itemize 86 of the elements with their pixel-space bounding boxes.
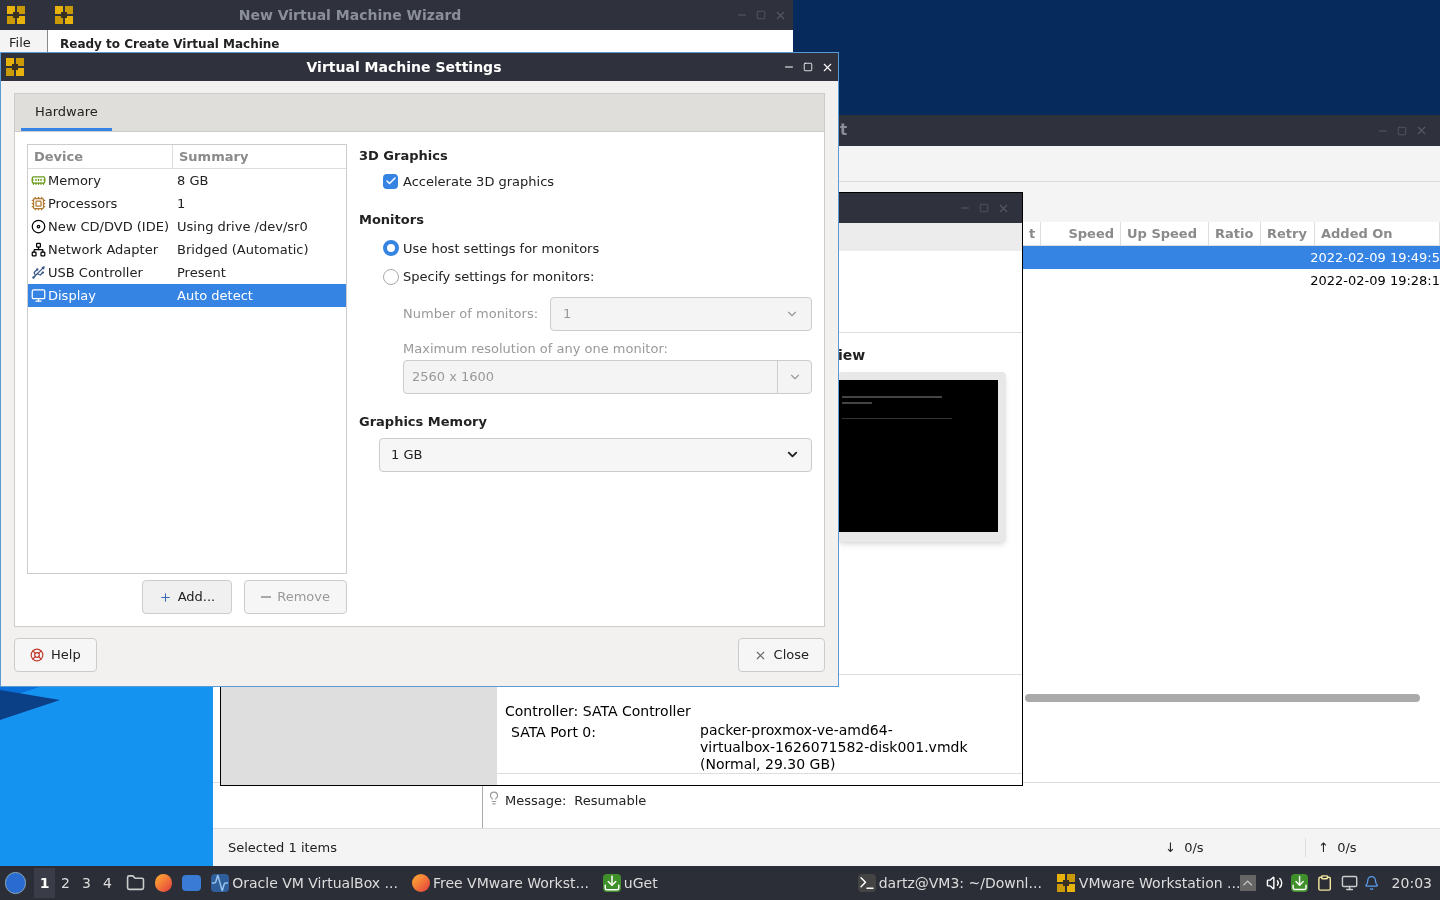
message-label: Message:: [505, 792, 567, 810]
lightbulb-icon: [487, 791, 501, 805]
download-icon: [602, 874, 621, 892]
minus-icon: [261, 596, 272, 598]
lifebuoy-icon: [30, 648, 44, 662]
device-name: Network Adapter: [48, 240, 158, 259]
monitor-radio-option[interactable]: Specify settings for monitors:: [383, 267, 812, 287]
dialog-title: Virtual Machine Settings: [305, 57, 503, 77]
device-name: Memory: [48, 171, 101, 190]
chart-window-icon: [211, 874, 230, 892]
field-label: Number of monitors:: [403, 304, 540, 323]
help-button[interactable]: Help: [14, 638, 97, 672]
workspace-button[interactable]: 1: [34, 868, 56, 898]
start-menu-icon[interactable]: [5, 872, 27, 894]
vmware-logo-icon: [54, 5, 74, 25]
controller-text: Controller: SATA Controller: [505, 702, 692, 721]
folder-icon[interactable]: [125, 873, 145, 893]
processor-chip-icon: [31, 196, 46, 211]
section-heading: Graphics Memory: [359, 413, 488, 431]
close-button[interactable]: Close: [737, 638, 825, 672]
download-row[interactable]: 2022-02-09 19:49:5: [1023, 246, 1440, 269]
vmware-logo-icon: [5, 57, 25, 77]
port-value: packer-proxmox-ve-amd64-: [700, 722, 894, 739]
volume-icon[interactable]: [1265, 874, 1283, 892]
device-row[interactable]: Network Adapter Bridged (Automatic): [28, 238, 346, 261]
device-summary: 1: [177, 194, 186, 213]
caret-icon[interactable]: [1240, 875, 1256, 891]
device-row[interactable]: Display Auto detect: [28, 284, 346, 307]
window-title: New Virtual Machine Wizard: [237, 5, 463, 25]
download-speed: ↓ 0/s: [1165, 838, 1205, 857]
usb-icon: [31, 265, 46, 280]
status-text: Selected 1 items: [228, 838, 339, 857]
checkbox[interactable]: [383, 173, 398, 189]
field-label: Maximum resolution of any one monitor:: [403, 339, 669, 358]
clipboard-icon[interactable]: [1316, 874, 1334, 892]
table-cell-text: 2022-02-09 19:49:5: [1310, 248, 1440, 267]
device-row[interactable]: Memory 8 GB: [28, 169, 346, 192]
terminal-icon: [857, 874, 876, 892]
disc-icon: [31, 219, 46, 234]
device-summary: Auto detect: [177, 286, 253, 305]
taskbar-window-button[interactable]: Oracle VM VirtualBox ...: [211, 872, 398, 894]
download-icon[interactable]: [1290, 874, 1309, 892]
device-name: Processors: [48, 194, 118, 213]
horizontal-scrollbar[interactable]: [1025, 694, 1420, 702]
vmware-logo-icon: [6, 5, 26, 25]
device-name: Display: [48, 286, 96, 305]
taskbar-window-button[interactable]: dartz@VM3: ~/Downl...: [857, 872, 1042, 894]
clock: 20:03: [1391, 873, 1432, 893]
window-title: t: [840, 120, 848, 142]
taskbar-window-button[interactable]: Free VMware Workst...: [411, 872, 589, 894]
wizard-heading: Ready to Create Virtual Machine: [59, 36, 280, 53]
window-icon[interactable]: [182, 875, 202, 891]
table-cell-text: 2022-02-09 19:28:1: [1310, 271, 1440, 290]
message-text: Resumable: [574, 792, 647, 810]
device-row[interactable]: USB Controller Present: [28, 261, 346, 284]
upload-speed: ↑ 0/s: [1305, 837, 1425, 858]
section-heading: iew: [838, 347, 866, 363]
taskbar-window-button[interactable]: uGet: [602, 872, 658, 894]
accelerate-checkbox[interactable]: Accelerate 3D graphics: [383, 171, 812, 191]
device-summary: Present: [177, 263, 226, 282]
device-row[interactable]: Processors 1: [28, 192, 346, 215]
radio-button[interactable]: [383, 268, 399, 285]
workspace-button[interactable]: 4: [96, 868, 118, 898]
device-summary: Using drive /dev/sr0: [177, 217, 308, 236]
port-label: SATA Port 0:: [511, 723, 597, 742]
graphics-memory-dropdown[interactable]: 1 GB: [379, 437, 812, 472]
memory-chip-icon: [31, 173, 46, 188]
device-name: USB Controller: [48, 263, 143, 282]
device-row[interactable]: New CD/DVD (IDE) Using drive /dev/sr0: [28, 215, 346, 238]
radio-button[interactable]: [383, 240, 399, 257]
monitor-radio-option[interactable]: Use host settings for monitors: [383, 238, 812, 258]
workspace-button[interactable]: 2: [55, 868, 76, 898]
plus-icon: [158, 590, 172, 604]
device-summary: 8 GB: [177, 171, 209, 190]
add-button[interactable]: Add...: [141, 580, 233, 614]
notification-icon[interactable]: [1364, 875, 1380, 891]
device-summary: Bridged (Automatic): [177, 240, 309, 259]
port-value: (Normal, 29.30 GB): [700, 756, 837, 773]
device-name: New CD/DVD (IDE): [48, 217, 169, 236]
taskbar-window-button[interactable]: VMware Workstation ...: [1055, 872, 1241, 894]
monitor-icon: [31, 288, 46, 303]
section-heading: 3D Graphics: [359, 147, 449, 165]
port-value: virtualbox-1626071582-disk001.vmdk: [700, 739, 968, 756]
section-heading: Monitors: [359, 211, 425, 229]
vmware-logo-icon: [1055, 873, 1076, 893]
workspace-button[interactable]: 3: [76, 868, 97, 898]
